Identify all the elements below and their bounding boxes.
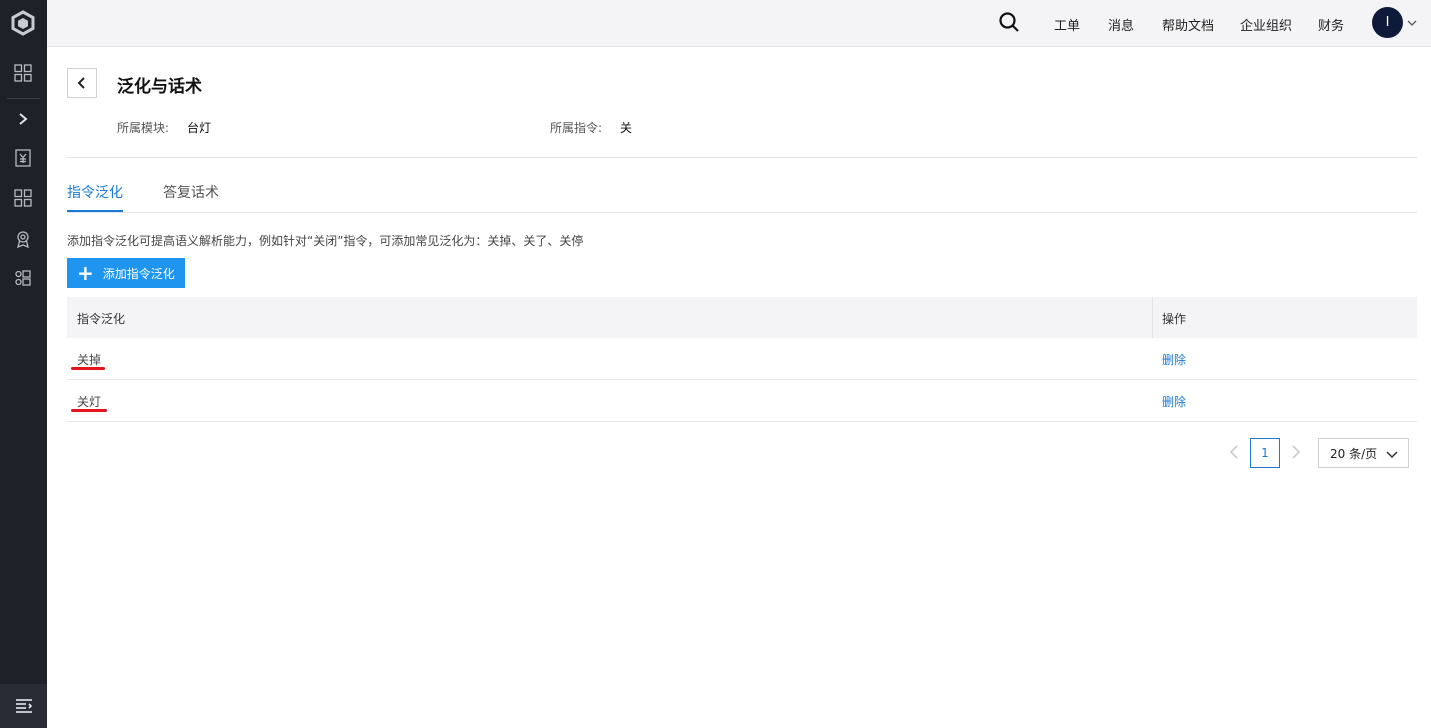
table-row: 关掉 删除 <box>67 338 1417 380</box>
tab-command-generalization[interactable]: 指令泛化 <box>67 182 123 202</box>
plus-icon: + <box>77 261 94 285</box>
hint-text: 添加指令泛化可提高语义解析能力，例如针对“关闭”指令，可添加常见泛化为：关掉、关… <box>67 234 584 248</box>
red-underline-annotation <box>71 367 105 370</box>
header-divider <box>67 157 1417 158</box>
tab-divider <box>67 212 1417 213</box>
page-size-select[interactable]: 20 条/页 <box>1318 438 1409 468</box>
add-generalization-button[interactable]: + 添加指令泛化 <box>67 258 185 288</box>
column-header-action: 操作 <box>1162 312 1187 326</box>
topbar-link-help-docs[interactable]: 帮助文档 <box>1162 15 1214 34</box>
chevron-down-icon[interactable] <box>1407 17 1417 27</box>
page-title: 泛化与话术 <box>117 77 202 97</box>
red-underline-annotation <box>71 409 107 412</box>
topbar-link-messages[interactable]: 消息 <box>1108 15 1134 34</box>
apps-grid-icon[interactable] <box>11 186 35 210</box>
next-page-icon[interactable] <box>1286 443 1304 461</box>
search-icon[interactable] <box>998 11 1022 35</box>
chevron-left-icon <box>77 77 85 89</box>
topbar-link-finance[interactable]: 财务 <box>1318 15 1344 34</box>
delete-link[interactable]: 删除 <box>1162 393 1186 410</box>
table-header: 指令泛化 操作 <box>67 297 1417 338</box>
avatar[interactable]: I <box>1372 7 1403 38</box>
module-label: 所属模块: <box>117 121 170 135</box>
column-header-generalization: 指令泛化 <box>77 312 126 326</box>
sidebar-divider <box>7 98 40 99</box>
badge-icon[interactable] <box>11 227 35 251</box>
page-size-value: 20 条/页 <box>1330 446 1378 461</box>
column-divider <box>1152 297 1153 338</box>
back-button[interactable] <box>67 68 97 98</box>
modules-icon[interactable] <box>11 266 35 290</box>
row-text: 关掉 <box>77 353 102 367</box>
delete-link[interactable]: 删除 <box>1162 351 1186 368</box>
prev-page-icon[interactable] <box>1226 443 1244 461</box>
generalization-table: 指令泛化 操作 关掉 删除 关灯 删除 <box>67 297 1417 422</box>
topbar-link-organization[interactable]: 企业组织 <box>1240 15 1292 34</box>
chevron-down-icon <box>1386 448 1398 460</box>
page-number[interactable]: 1 <box>1250 438 1280 468</box>
table-row: 关灯 删除 <box>67 380 1417 422</box>
add-generalization-label: 添加指令泛化 <box>102 266 175 281</box>
yuan-receipt-icon[interactable] <box>11 146 35 170</box>
sidebar <box>0 0 47 728</box>
row-text: 关灯 <box>77 395 102 409</box>
command-label: 所属指令: <box>550 121 603 135</box>
grid-icon[interactable] <box>11 61 35 85</box>
top-bar: 工单 消息 帮助文档 企业组织 财务 I <box>47 0 1431 47</box>
topbar-link-tickets[interactable]: 工单 <box>1054 15 1080 34</box>
logo-icon[interactable] <box>10 10 36 36</box>
module-value: 台灯 <box>187 121 212 135</box>
chevron-right-icon[interactable] <box>11 107 35 131</box>
tab-reply-script[interactable]: 答复话术 <box>163 182 219 202</box>
menu-collapse-icon[interactable] <box>0 684 47 728</box>
command-value: 关 <box>620 121 633 135</box>
